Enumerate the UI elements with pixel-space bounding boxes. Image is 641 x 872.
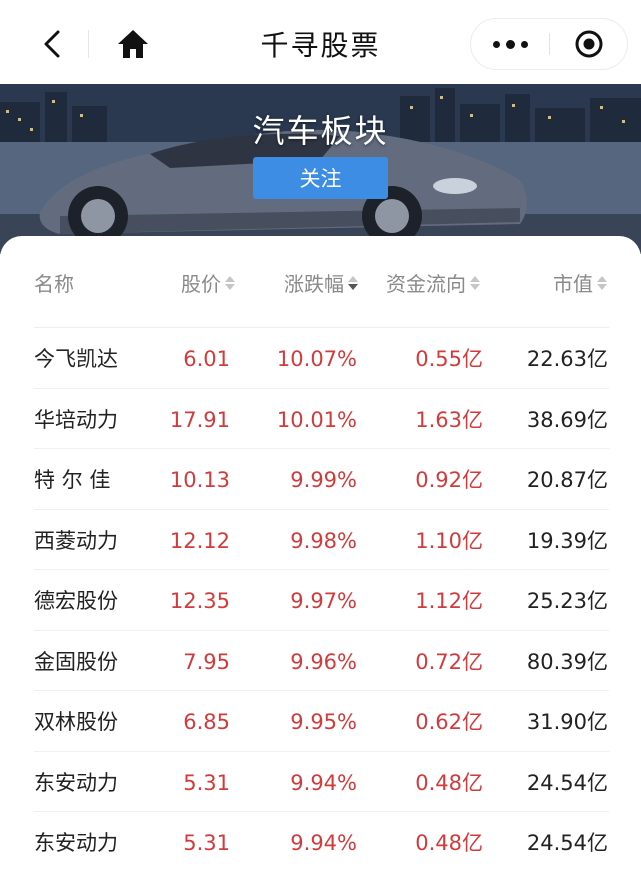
stock-name: 金固股份: [34, 649, 118, 674]
stock-change: 10.07%: [276, 347, 357, 371]
stock-market-cap: 80.39亿: [526, 649, 608, 674]
stock-market-cap: 22.63亿: [526, 347, 608, 371]
stock-flow: 1.10亿: [415, 528, 483, 553]
stock-flow: 0.55亿: [415, 347, 483, 371]
target-close-icon: [575, 30, 603, 58]
stock-change: 9.95%: [290, 710, 357, 734]
header-change-sort[interactable]: 涨跌幅: [284, 268, 358, 297]
home-button[interactable]: [110, 22, 156, 66]
table-header: 名称 股价 涨跌幅 资金流向 市值: [0, 236, 641, 328]
stock-name: 西菱动力: [34, 528, 118, 553]
chevron-left-icon: [44, 30, 60, 58]
stock-price: 12.12: [169, 528, 230, 553]
stock-price: 17.91: [169, 407, 230, 432]
stock-name: 东安动力: [34, 770, 118, 795]
stock-change: 9.99%: [290, 468, 357, 492]
stock-price: 7.95: [183, 649, 230, 674]
stock-market-cap: 24.54亿: [526, 831, 608, 855]
stock-price: 6.01: [183, 347, 230, 371]
sort-arrows-icon: [470, 275, 480, 290]
stock-name: 东安动力: [34, 831, 118, 855]
stock-change: 9.98%: [290, 528, 357, 553]
stock-change: 9.96%: [290, 649, 357, 674]
stock-flow: 1.12亿: [415, 589, 483, 613]
table-row[interactable]: 双林股份 6.85 9.95% 0.62亿 31.90亿: [0, 691, 641, 752]
stock-change: 9.94%: [290, 770, 357, 795]
stock-name: 特 尔 佳: [34, 468, 111, 492]
stock-change: 9.94%: [290, 831, 357, 855]
header-name: 名称: [34, 272, 74, 296]
follow-button[interactable]: 关注: [253, 157, 388, 199]
sector-title: 汽车板块: [252, 112, 389, 150]
sort-arrows-icon: [597, 275, 607, 290]
header-marketcap-sort[interactable]: 市值: [553, 268, 607, 297]
stock-market-cap: 25.23亿: [526, 589, 608, 613]
table-row[interactable]: 特 尔 佳 10.13 9.99% 0.92亿 20.87亿: [0, 449, 641, 510]
stock-market-cap: 31.90亿: [526, 710, 608, 734]
stock-flow: 1.63亿: [415, 407, 483, 432]
stock-market-cap: 19.39亿: [526, 528, 608, 553]
header-flow-sort[interactable]: 资金流向: [386, 268, 480, 297]
stock-market-cap: 24.54亿: [526, 770, 608, 795]
stock-price: 6.85: [183, 710, 230, 734]
stock-flow: 0.72亿: [415, 649, 483, 674]
back-button[interactable]: [30, 22, 74, 66]
more-button[interactable]: [471, 19, 549, 69]
stock-price: 10.13: [169, 468, 230, 492]
stock-change: 10.01%: [276, 407, 357, 432]
table-row[interactable]: 东安动力 5.31 9.94% 0.48亿 24.54亿: [0, 752, 641, 813]
table-row[interactable]: 德宏股份 12.35 9.97% 1.12亿 25.23亿: [0, 570, 641, 631]
nav-divider: [88, 30, 89, 58]
stock-market-cap: 38.69亿: [526, 407, 608, 432]
stock-flow: 0.62亿: [415, 710, 483, 734]
sort-arrows-icon: [225, 275, 235, 290]
header-price-sort[interactable]: 股价: [181, 268, 235, 297]
table-row[interactable]: 东安动力 5.31 9.94% 0.48亿 24.54亿: [0, 812, 641, 872]
stock-name: 双林股份: [34, 710, 118, 734]
stock-name: 德宏股份: [34, 589, 118, 613]
sector-banner: 汽车板块 关注: [0, 84, 641, 254]
table-row[interactable]: 金固股份 7.95 9.96% 0.72亿 80.39亿: [0, 631, 641, 692]
stock-market-cap: 20.87亿: [526, 468, 608, 492]
sort-desc-active-icon: [348, 275, 358, 290]
table-row[interactable]: 今飞凯达 6.01 10.07% 0.55亿 22.63亿: [0, 328, 641, 389]
stock-flow: 0.92亿: [415, 468, 483, 492]
table-row[interactable]: 华培动力 17.91 10.01% 1.63亿 38.69亿: [0, 389, 641, 450]
stock-list: 今飞凯达 6.01 10.07% 0.55亿 22.63亿 华培动力 17.91…: [0, 328, 641, 872]
stock-price: 12.35: [169, 589, 230, 613]
stock-change: 9.97%: [290, 589, 357, 613]
close-button[interactable]: [550, 19, 628, 69]
stock-flow: 0.48亿: [415, 831, 483, 855]
stock-name: 今飞凯达: [34, 347, 118, 371]
table-row[interactable]: 西菱动力 12.12 9.98% 1.10亿 19.39亿: [0, 510, 641, 571]
stock-price: 5.31: [183, 831, 230, 855]
more-dots-icon: [492, 40, 500, 48]
top-nav-bar: 千寻股票: [0, 0, 641, 84]
stock-price: 5.31: [183, 770, 230, 795]
miniprogram-capsule: [470, 18, 628, 70]
home-icon: [118, 30, 148, 58]
stock-name: 华培动力: [34, 407, 118, 432]
stock-table-card: 名称 股价 涨跌幅 资金流向 市值 今飞凯达 6.01 10.07% 0.55亿…: [0, 236, 641, 872]
stock-flow: 0.48亿: [415, 770, 483, 795]
